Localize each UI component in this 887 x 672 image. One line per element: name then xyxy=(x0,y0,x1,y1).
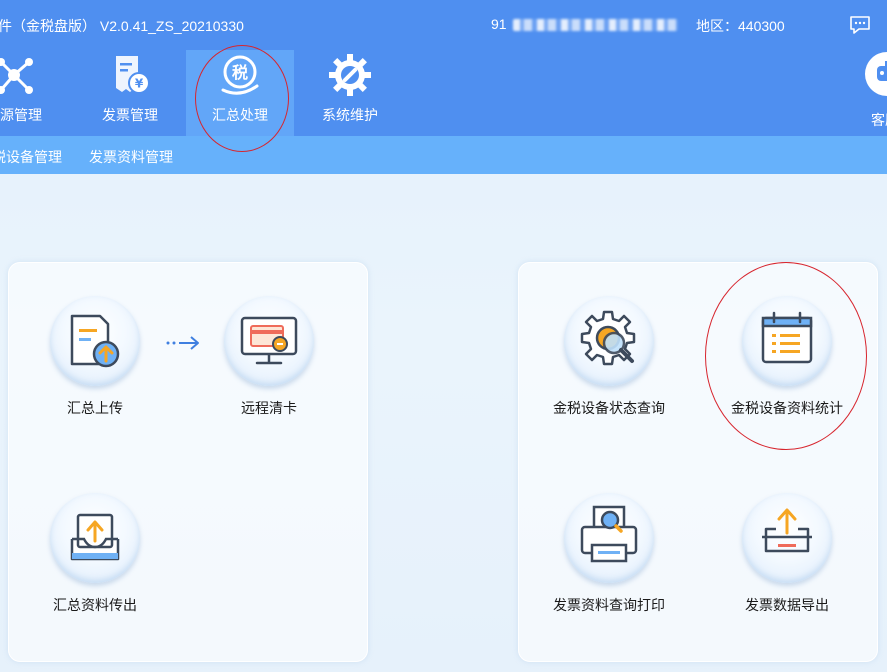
export-tray-icon xyxy=(762,508,812,553)
tray-upload-icon xyxy=(70,513,120,561)
invoice-yen-icon: ¥ xyxy=(116,56,150,94)
summary-data-export-label: 汇总资料传出 xyxy=(53,597,137,613)
subnav-invoice-data-management[interactable]: 发票资料管理 xyxy=(89,147,173,167)
tab-ticket-source[interactable]: 票源管理 xyxy=(0,50,68,136)
subnav-device-management[interactable]: 税设备管理 xyxy=(0,147,62,167)
dotted-arrow-right-icon xyxy=(166,336,199,350)
main-nav: 票源管理 ¥ 发票管理 税 汇总处理 xyxy=(0,50,887,136)
taxpayer-id: 91 xyxy=(491,16,678,32)
tab-invoice-management[interactable]: ¥ 发票管理 xyxy=(76,50,184,136)
tab-summary-processing[interactable]: 税 汇总处理 xyxy=(186,50,294,136)
tab-label: 票源管理 xyxy=(0,107,42,123)
wrench-gear-icon xyxy=(329,54,371,96)
taxpayer-id-prefix: 91 xyxy=(491,16,507,32)
gear-search-icon xyxy=(580,310,636,366)
tab-label: 汇总处理 xyxy=(212,107,268,123)
customer-service-label[interactable]: 客服 xyxy=(871,110,887,130)
svg-text:¥: ¥ xyxy=(135,77,144,91)
tab-label: 系统维护 xyxy=(322,107,378,123)
sub-nav: 税设备管理 发票资料管理 xyxy=(0,136,887,174)
tab-label: 发票管理 xyxy=(102,107,158,123)
network-nodes-icon xyxy=(0,58,33,94)
redacted-taxpayer-id xyxy=(512,19,678,32)
app-title: 件（金税盘版） V2.0.41_ZS_20210330 xyxy=(0,18,244,34)
remote-card-clear-label: 远程清卡 xyxy=(241,400,297,416)
tax-summary-icon: 税 xyxy=(221,55,259,95)
tab-system-maintenance[interactable]: 系统维护 xyxy=(296,50,404,136)
summary-upload-label: 汇总上传 xyxy=(67,400,123,416)
upload-document-icon xyxy=(70,314,120,368)
device-data-statistics-label: 金税设备资料统计 xyxy=(731,400,843,416)
chat-bubble-icon[interactable] xyxy=(849,14,871,36)
invoice-data-export-label: 发票数据导出 xyxy=(745,597,829,613)
monitor-card-icon xyxy=(240,316,298,365)
svg-text:税: 税 xyxy=(232,63,248,82)
invoice-query-print-label: 发票资料查询打印 xyxy=(553,597,665,613)
printer-search-icon xyxy=(580,505,638,563)
region-code: 地区：440300 xyxy=(696,18,785,34)
device-status-query-label: 金税设备状态查询 xyxy=(553,400,665,416)
calendar-list-icon xyxy=(761,311,813,364)
robot-icon[interactable] xyxy=(865,52,887,96)
title-bar: 件（金税盘版） V2.0.41_ZS_20210330 91 地区：440300 xyxy=(0,0,887,50)
